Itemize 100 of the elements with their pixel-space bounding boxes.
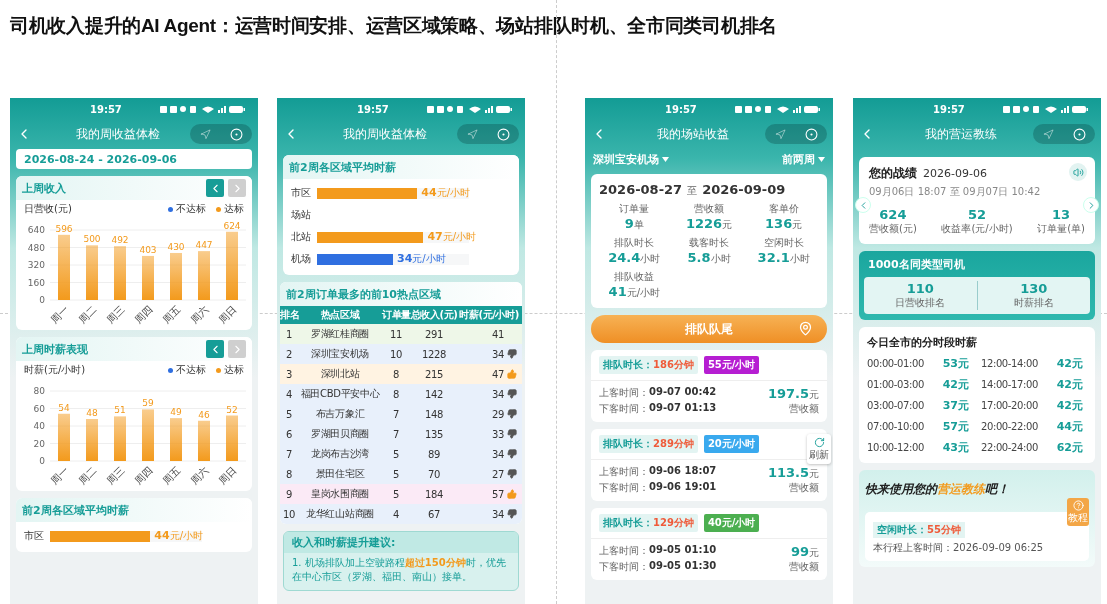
category-label: 周日 bbox=[216, 464, 239, 487]
thumbs-down-icon bbox=[507, 469, 517, 479]
region-label: 市区 bbox=[24, 529, 45, 543]
period-dropdown[interactable]: 前两周 bbox=[782, 151, 825, 167]
table-cell-text: 罗湖田贝商圈 bbox=[309, 427, 371, 441]
legend-label: 不达标 bbox=[176, 202, 206, 216]
tick-label: 60 bbox=[33, 403, 45, 414]
record-title: 您的战绩 bbox=[869, 165, 917, 182]
time-slot: 03:00-07:00 bbox=[867, 400, 924, 411]
previous-button[interactable] bbox=[855, 197, 871, 213]
stat-value: 1226元 bbox=[685, 216, 733, 232]
thumbs-up-icon bbox=[507, 489, 517, 499]
region-label: 市区 bbox=[291, 186, 312, 200]
slot-wage: 53元 bbox=[942, 356, 969, 371]
stat-value: 5.8小时 bbox=[687, 250, 731, 266]
wage-value: 47元/小时 bbox=[427, 229, 477, 244]
thumbs-down-icon bbox=[507, 509, 517, 519]
status-time: 19:57 bbox=[665, 103, 697, 115]
table-cell-text: 11 bbox=[388, 328, 404, 340]
slot-wage: 43元 bbox=[942, 440, 969, 455]
axis-label: 时薪(元/小时) bbox=[24, 363, 87, 377]
table-cell-text: 7 bbox=[391, 408, 401, 420]
table-cell-text: 41 bbox=[490, 328, 504, 340]
rank-label: 日营收排名 bbox=[895, 296, 946, 310]
tick-label: 640 bbox=[27, 225, 45, 235]
slot-wage: 37元 bbox=[942, 398, 969, 413]
stat-label: 载客时长 bbox=[689, 236, 729, 250]
table-cell-text: 5 bbox=[391, 468, 401, 480]
card-title: 今日全市的分时段时薪 bbox=[867, 335, 978, 350]
table-cell-text: 深圳宝安机场 bbox=[309, 347, 371, 361]
category-label: 周二 bbox=[76, 464, 99, 487]
pickup-time: 上客时间：09-06 18:07 bbox=[599, 465, 717, 479]
time-slot: 01:00-03:00 bbox=[867, 379, 924, 390]
queue-button[interactable]: 排队队尾 bbox=[591, 315, 827, 343]
table-cell-text: 34 bbox=[490, 348, 504, 360]
table-cell-text: 34 bbox=[490, 388, 504, 400]
stat-label: 排队收益 bbox=[614, 270, 655, 284]
legend-label: 不达标 bbox=[176, 363, 206, 377]
table-cell-text: 184 bbox=[423, 488, 445, 500]
time-slot: 00:00-01:00 bbox=[867, 358, 924, 369]
table-cell-text: 8 bbox=[284, 468, 294, 480]
value-label: 596 bbox=[55, 223, 73, 234]
value-label: 48 bbox=[86, 408, 98, 418]
category-label: 周一 bbox=[48, 303, 71, 326]
slot-wage: 62元 bbox=[1056, 440, 1083, 455]
queue-duration: 排队时长：186分钟 bbox=[599, 356, 698, 374]
queue-duration: 排队时长：289分钟 bbox=[599, 435, 698, 453]
tick-label: 480 bbox=[27, 242, 45, 253]
table-cell-text: 5 bbox=[284, 408, 294, 420]
table-cell-text: 福田CBD平安中心 bbox=[299, 387, 381, 401]
slot-wage: 42元 bbox=[1056, 377, 1083, 392]
slot-wage: 42元 bbox=[1056, 398, 1083, 413]
capsule-menu[interactable] bbox=[190, 124, 252, 144]
thumbs-down-icon bbox=[507, 389, 517, 399]
tutorial-button[interactable]: 教程 bbox=[1067, 498, 1089, 526]
dropoff-time: 下客时间：09-05 01:30 bbox=[599, 560, 717, 574]
next-button[interactable] bbox=[1083, 197, 1099, 213]
category-label: 周三 bbox=[104, 303, 127, 326]
caret-icon bbox=[818, 156, 825, 162]
capsule-menu[interactable] bbox=[765, 124, 827, 144]
speaker-button[interactable] bbox=[1069, 163, 1087, 181]
refresh-button[interactable]: 刷新 bbox=[807, 434, 831, 464]
previous-button[interactable] bbox=[206, 340, 224, 358]
table-cell-text: 龙岗布吉沙湾 bbox=[309, 447, 371, 461]
column-header: 热点区域 bbox=[319, 308, 361, 322]
table-cell-text: 5 bbox=[391, 488, 401, 500]
table-cell-text: 10 bbox=[281, 508, 297, 520]
capsule-menu[interactable] bbox=[457, 124, 519, 144]
table-cell-text: 皇岗水围商圈 bbox=[309, 487, 371, 501]
value-label: 46 bbox=[198, 409, 210, 420]
category-label: 周三 bbox=[104, 464, 127, 487]
revenue-amount: 113.5元 bbox=[767, 465, 819, 481]
time-slot: 07:00-10:00 bbox=[867, 421, 924, 432]
page-title: 我的营运教练 bbox=[924, 125, 998, 143]
table-cell-text: 龙华红山站商圈 bbox=[305, 507, 375, 521]
location-arrow-icon bbox=[1042, 128, 1054, 140]
slot-wage: 44元 bbox=[1056, 419, 1083, 434]
thumbs-down-icon bbox=[507, 409, 517, 419]
table-cell-text: 10 bbox=[388, 348, 404, 360]
pickup-time: 上客时间：09-05 01:10 bbox=[599, 544, 717, 558]
status-time: 19:57 bbox=[90, 103, 122, 115]
date-separator: 至 bbox=[687, 184, 698, 198]
station-dropdown[interactable]: 深圳宝安机场 bbox=[593, 151, 669, 167]
wage-value: 34元/小时 bbox=[397, 251, 446, 266]
card-title: 上周时薪表现 bbox=[22, 341, 88, 357]
previous-button[interactable] bbox=[206, 179, 224, 197]
pickup-time: 本行程上客时间：2026-09-09 06:25 bbox=[873, 541, 1045, 555]
table-cell-text: 8 bbox=[391, 368, 401, 380]
stat-label: 排队时长 bbox=[614, 236, 655, 250]
value-label: 52 bbox=[226, 404, 238, 415]
capsule-menu[interactable] bbox=[1033, 124, 1095, 144]
value-label: 500 bbox=[83, 234, 101, 245]
thumbs-down-icon bbox=[507, 349, 517, 359]
page-title: 我的场站收益 bbox=[656, 125, 730, 143]
category-label: 周四 bbox=[132, 303, 155, 326]
thumbs-up-icon bbox=[507, 369, 517, 379]
region-label: 北站 bbox=[291, 230, 312, 244]
category-label: 周四 bbox=[132, 464, 155, 487]
slot-wage: 57元 bbox=[942, 419, 969, 434]
advice-title: 收入和时薪提升建议: bbox=[284, 532, 518, 553]
